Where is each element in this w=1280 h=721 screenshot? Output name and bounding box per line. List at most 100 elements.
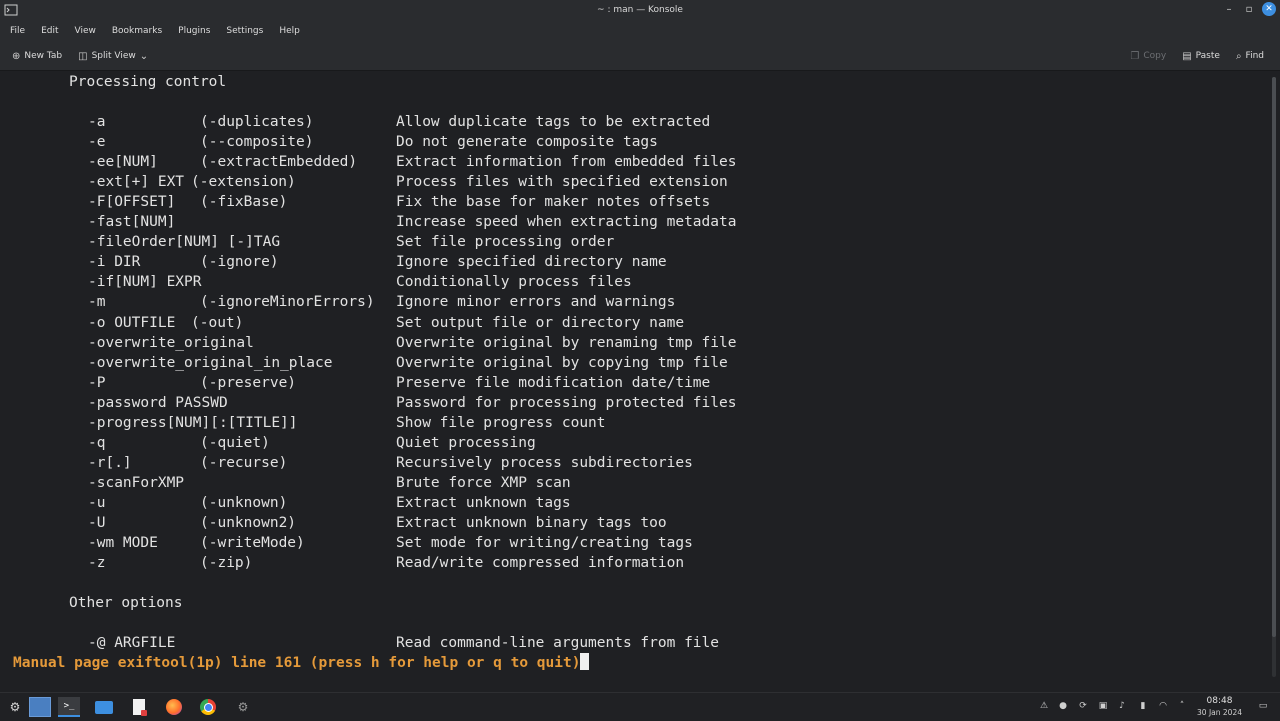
option-description: Set output file or directory name (396, 314, 685, 331)
option-description: Process files with specified extension (396, 174, 728, 191)
pager-status-text: Manual page exiftool(1p) line 161 (press… (13, 655, 581, 671)
option-description: Conditionally process files (396, 274, 632, 291)
window-title: ~ : man — Konsole (597, 5, 683, 15)
paste-label: Paste (1195, 51, 1220, 61)
tray-expand-icon[interactable]: ˄ (1175, 699, 1189, 713)
option-flag: -o OUTFILE (88, 314, 176, 331)
menu-view[interactable]: View (67, 26, 104, 36)
section-heading-other-options: Other options (69, 595, 183, 611)
clock-date: 30 Jan 2024 (1197, 708, 1242, 717)
option-long-name: (-writeMode) (200, 535, 305, 552)
battery-icon[interactable]: ▮ (1136, 699, 1150, 713)
new-tab-label: New Tab (24, 51, 63, 61)
chrome-icon[interactable] (197, 697, 219, 717)
option-long-name: (-extension) (191, 174, 296, 191)
find-button[interactable]: ⌕ Find (1228, 51, 1272, 62)
search-icon: ⌕ (1235, 50, 1242, 62)
option-flag: -scanForXMP (88, 474, 185, 491)
firefox-icon[interactable] (163, 697, 185, 717)
option-flag: -i DIR (88, 254, 141, 271)
option-flag: -a (88, 114, 106, 130)
paste-icon: ▤ (1182, 50, 1192, 62)
option-flag: -U (88, 515, 106, 531)
option-description: Extract unknown tags (396, 494, 571, 511)
option-description: Set file processing order (396, 234, 615, 251)
split-view-label: Split View (91, 51, 136, 61)
menu-file[interactable]: File (0, 26, 33, 36)
option-flag: -fast[NUM] (88, 214, 176, 231)
maximize-button[interactable]: ▫ (1242, 2, 1256, 16)
desktop-pager-icon[interactable] (29, 697, 51, 717)
option-flag: -overwrite_original (88, 334, 254, 351)
konsole-taskbar-icon[interactable]: >_ (58, 697, 80, 717)
clock-time: 08:48 (1206, 696, 1233, 706)
option-description: Ignore specified directory name (396, 254, 667, 271)
terminal-scrollbar[interactable] (1272, 77, 1276, 677)
app-launcher-icon[interactable]: ⚙ (4, 697, 26, 717)
option-flag: -F[OFFSET] (88, 194, 176, 211)
option-flag: -if[NUM] EXPR (88, 274, 202, 291)
new-tab-icon: ⊕ (12, 50, 21, 62)
option-flag: -ee[NUM] (88, 154, 158, 171)
title-bar: ~ : man — Konsole – ▫ ✕ (0, 0, 1280, 20)
menu-plugins[interactable]: Plugins (170, 26, 218, 36)
option-description: Do not generate composite tags (396, 134, 658, 151)
option-flag: -z (88, 555, 106, 572)
menu-bookmarks[interactable]: Bookmarks (104, 26, 170, 36)
new-tab-button[interactable]: ⊕ New Tab (0, 51, 70, 62)
option-long-name: (--composite) (200, 134, 314, 151)
menu-help[interactable]: Help (271, 26, 308, 36)
option-flag: -e (88, 134, 106, 151)
option-description: Set mode for writing/creating tags (396, 535, 693, 552)
option-long-name: (-extractEmbedded) (200, 154, 358, 171)
copy-label: Copy (1143, 51, 1167, 61)
settings-icon[interactable]: ⚙ (232, 697, 254, 717)
split-view-button[interactable]: ◫ Split View ⌄ (70, 51, 156, 62)
terminal-view[interactable]: Processing control -a (-duplicates) Allow … (0, 71, 1280, 691)
option-description: Overwrite original by copying tmp file (396, 354, 728, 371)
status-dot-icon[interactable]: ● (1056, 699, 1070, 713)
option-flag: -m (88, 294, 106, 311)
wifi-icon[interactable]: ◠ (1156, 699, 1170, 713)
option-flag: -ext[+] EXT (88, 174, 185, 191)
option-long-name: (-recurse) (200, 454, 288, 471)
chevron-down-icon: ⌄ (139, 50, 149, 62)
paste-button[interactable]: ▤ Paste (1174, 51, 1228, 62)
option-long-name: (-duplicates) (200, 114, 314, 130)
menu-settings[interactable]: Settings (218, 26, 271, 36)
find-label: Find (1245, 51, 1264, 61)
clipboard-icon[interactable]: ▣ (1096, 699, 1110, 713)
konsole-app-icon (4, 4, 18, 16)
option-description: Password for processing protected files (396, 394, 737, 411)
minimize-button[interactable]: – (1222, 2, 1236, 16)
option-long-name: (-ignore) (200, 254, 279, 271)
close-button[interactable]: ✕ (1262, 2, 1276, 16)
option-description: Brute force XMP scan (396, 474, 571, 491)
show-desktop-icon[interactable]: ▭ (1256, 699, 1270, 713)
toolbar: ⊕ New Tab ◫ Split View ⌄ ❐ Copy ▤ Paste … (0, 42, 1280, 71)
option-long-name: (-unknown2) (200, 515, 297, 531)
pager-status-line: Manual page exiftool(1p) line 161 (press… (13, 653, 590, 673)
option-description: Extract unknown binary tags too (396, 515, 667, 531)
text-cursor (580, 653, 590, 670)
option-long-name: (-zip) (200, 555, 253, 572)
split-view-icon: ◫ (78, 50, 88, 62)
notification-icon[interactable]: ⚠ (1037, 699, 1051, 713)
copy-button[interactable]: ❐ Copy (1122, 51, 1174, 62)
option-flag: -u (88, 494, 106, 511)
volume-icon[interactable]: ♪ (1115, 699, 1129, 713)
option-description: Increase speed when extracting metadata (396, 214, 737, 231)
option-description: Recursively process subdirectories (396, 454, 693, 471)
option-description: Overwrite original by renaming tmp file (396, 334, 737, 351)
clock[interactable]: 08:48 30 Jan 2024 (1197, 696, 1242, 718)
scrollbar-thumb[interactable] (1272, 77, 1276, 637)
option-flag: -wm MODE (88, 535, 158, 552)
file-manager-icon[interactable] (93, 697, 115, 717)
option-description: Preserve file modification date/time (396, 374, 711, 391)
sync-icon[interactable]: ⟳ (1076, 699, 1090, 713)
option-long-name: (-quiet) (200, 434, 270, 451)
option-flag: -r[.] (88, 454, 132, 471)
option-description: Extract information from embedded files (396, 154, 737, 171)
document-viewer-icon[interactable] (128, 697, 150, 717)
menu-edit[interactable]: Edit (33, 26, 66, 36)
